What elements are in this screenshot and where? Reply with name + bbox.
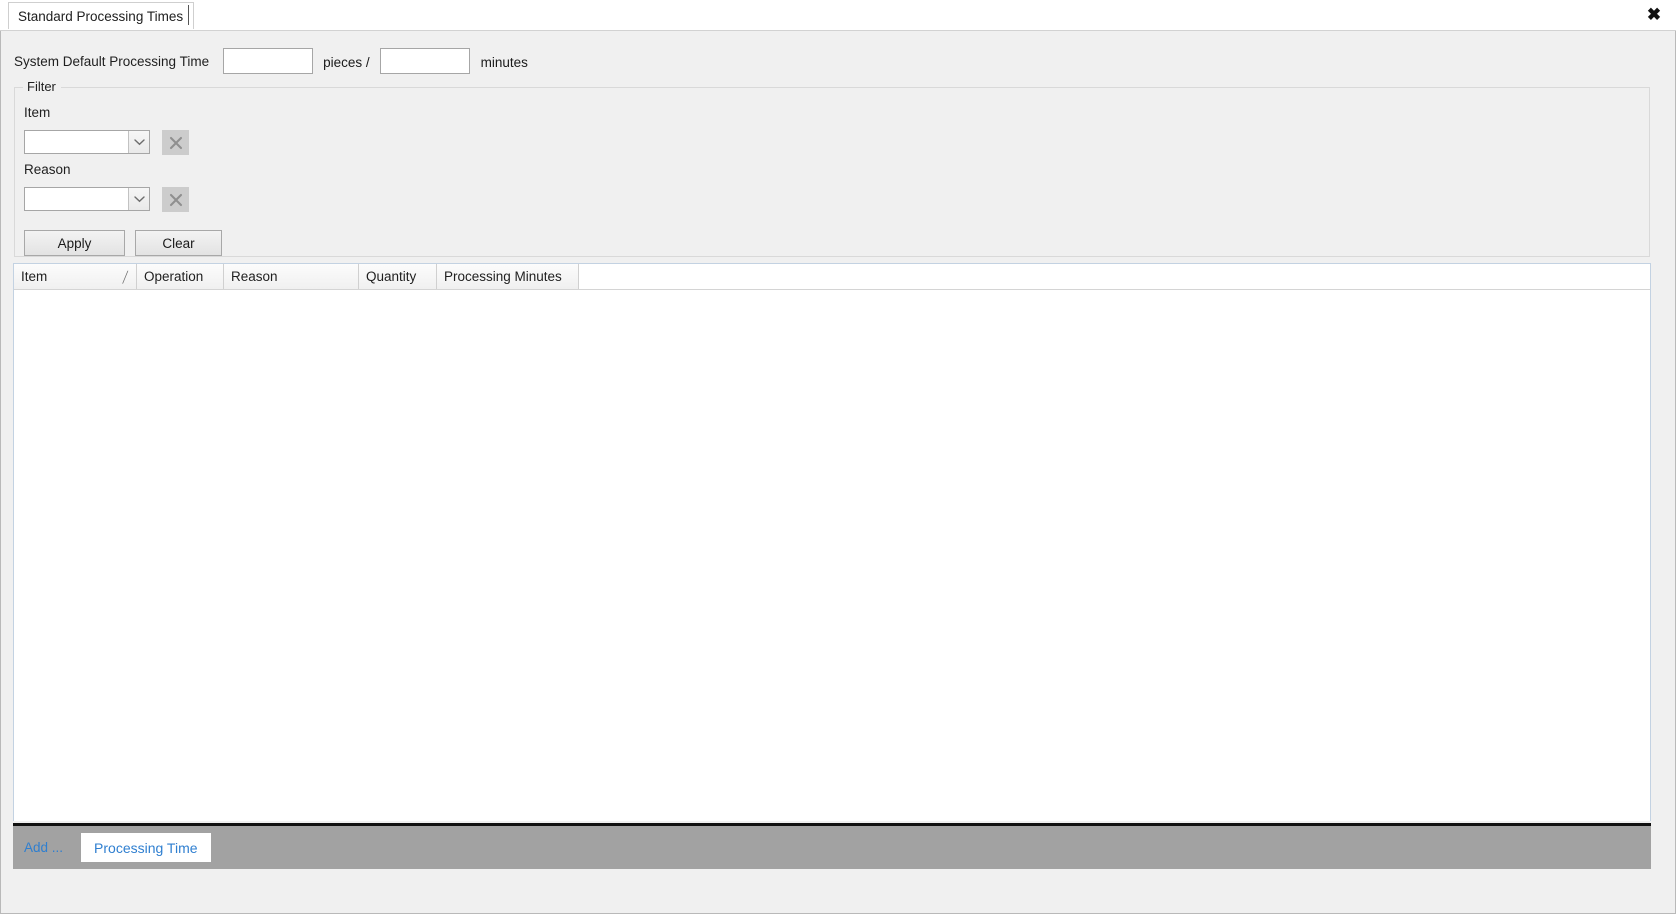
processing-time-button[interactable]: Processing Time <box>81 833 211 862</box>
processing-times-grid[interactable]: Item ╱ Operation Reason Quantity Processing M… <box>13 263 1651 821</box>
grid-column-header-operation[interactable]: Operation <box>137 264 224 289</box>
clear-button[interactable]: Clear <box>135 230 222 256</box>
reason-clear-button[interactable] <box>162 187 189 212</box>
bottom-action-bar: Add ... Processing Time <box>13 823 1651 869</box>
filter-group-legend: Filter <box>23 79 61 94</box>
grid-column-header-label: Reason <box>231 269 278 284</box>
close-icon[interactable]: ✖ <box>1642 2 1666 26</box>
grid-column-header-label: Quantity <box>366 269 417 284</box>
app-window: Standard Processing Times ✖ System Defau… <box>0 0 1676 914</box>
grid-column-header-label: Item <box>21 269 48 284</box>
reason-combobox-value <box>25 188 128 210</box>
chevron-down-icon[interactable] <box>128 188 149 210</box>
pieces-input[interactable] <box>223 48 314 74</box>
system-default-processing-time-label: System Default Processing Time <box>14 53 210 69</box>
item-combobox[interactable] <box>24 130 150 154</box>
main-panel: System Default Processing Time pieces / … <box>0 31 1676 914</box>
reason-combobox[interactable] <box>24 187 150 211</box>
grid-column-header-label: Processing Minutes <box>444 269 562 284</box>
add-link[interactable]: Add ... <box>24 840 63 855</box>
item-field-label: Item <box>24 105 51 120</box>
item-combobox-value <box>25 131 128 153</box>
sort-ascending-icon: ╱ <box>123 272 129 284</box>
minutes-input[interactable] <box>379 48 470 74</box>
grid-body[interactable] <box>14 290 1650 821</box>
system-default-processing-time-row: System Default Processing Time pieces / … <box>14 48 528 74</box>
tab-label: Standard Processing Times <box>18 8 184 24</box>
tab-strip: Standard Processing Times ✖ <box>0 0 1676 31</box>
close-x-icon <box>169 136 182 149</box>
grid-header-filler <box>579 264 1650 289</box>
tab-standard-processing-times[interactable]: Standard Processing Times <box>8 2 195 29</box>
filter-group: Filter Item Reason Apply Clear <box>14 79 1650 257</box>
grid-header-row: Item ╱ Operation Reason Quantity Processing M… <box>14 264 1650 290</box>
reason-field-label: Reason <box>24 162 71 177</box>
pieces-separator-label: pieces / <box>323 55 370 70</box>
grid-column-header-processing-minutes[interactable]: Processing Minutes <box>437 264 579 289</box>
grid-column-header-label: Operation <box>144 269 204 284</box>
grid-column-header-item[interactable]: Item ╱ <box>14 264 137 289</box>
tab-strip-caret <box>188 5 189 25</box>
grid-column-header-reason[interactable]: Reason <box>224 264 359 289</box>
grid-column-header-quantity[interactable]: Quantity <box>359 264 437 289</box>
item-clear-button[interactable] <box>162 130 189 155</box>
close-x-icon <box>169 193 182 206</box>
chevron-down-icon[interactable] <box>128 131 149 153</box>
apply-button[interactable]: Apply <box>24 230 125 256</box>
minutes-unit-label: minutes <box>480 55 528 70</box>
